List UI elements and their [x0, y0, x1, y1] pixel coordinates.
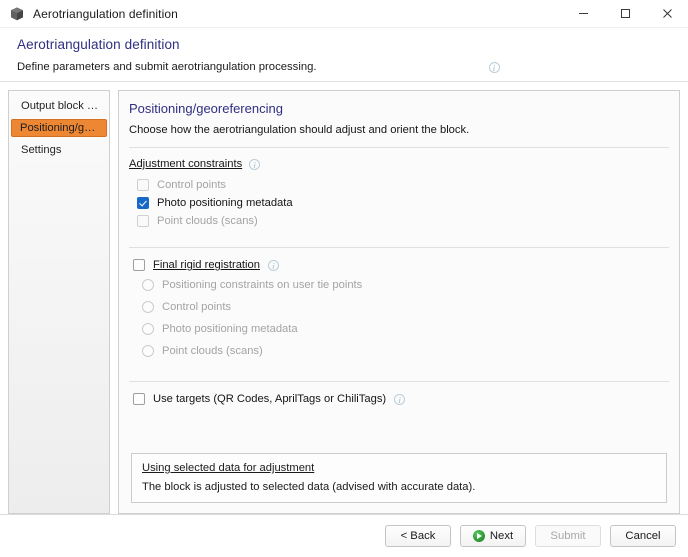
- radio-row-point-clouds-scans[interactable]: Point clouds (scans): [129, 342, 669, 360]
- info-icon[interactable]: i: [267, 259, 279, 271]
- close-icon[interactable]: [646, 0, 688, 27]
- divider: [129, 381, 669, 382]
- radio-label-positioning-constraints-user-tie-points: Positioning constraints on user tie poin…: [162, 279, 363, 291]
- back-button[interactable]: < Back: [385, 525, 451, 547]
- checkbox-label-control-points: Control points: [157, 179, 227, 191]
- window-controls: [562, 0, 688, 27]
- window-title: Aerotriangulation definition: [33, 6, 178, 21]
- header-subtitle-row: Define parameters and submit aerotriangu…: [17, 61, 688, 73]
- checkbox-photo-positioning-metadata[interactable]: [137, 197, 149, 209]
- next-button[interactable]: Next: [460, 525, 526, 547]
- radio-row-positioning-constraints-user-tie-points[interactable]: Positioning constraints on user tie poin…: [129, 276, 669, 294]
- adjustment-constraints-header: Adjustment constraints i: [129, 158, 669, 170]
- radio-row-control-points[interactable]: Control points: [129, 298, 669, 316]
- settings-panel: Positioning/georeferencing Choose how th…: [118, 90, 680, 514]
- divider: [129, 147, 669, 148]
- panel-title: Positioning/georeferencing: [129, 101, 283, 116]
- radio-photo-positioning-metadata[interactable]: [142, 323, 154, 335]
- radio-control-points[interactable]: [142, 301, 154, 313]
- checkbox-label-photo-positioning-metadata: Photo positioning metadata: [157, 197, 293, 209]
- radio-label-control-points: Control points: [162, 301, 232, 313]
- cube-icon: [9, 6, 25, 22]
- radio-positioning-constraints-user-tie-points[interactable]: [142, 279, 154, 291]
- info-icon[interactable]: i: [394, 393, 406, 405]
- next-button-label: Next: [489, 530, 514, 542]
- adjustment-info-box: Using selected data for adjustment The b…: [131, 453, 667, 503]
- dialog-body: Output block name Positioning/georefere.…: [0, 82, 688, 514]
- checkbox-final-rigid-registration[interactable]: [133, 259, 145, 271]
- submit-button-label: Submit: [550, 530, 586, 542]
- divider: [129, 247, 669, 248]
- checkbox-row-control-points[interactable]: Control points: [129, 176, 669, 194]
- info-box-title: Using selected data for adjustment: [142, 462, 315, 474]
- green-arrow-right-icon: [472, 530, 485, 542]
- aerotriangulation-definition-window: Aerotriangulation definition Aerotriangu…: [0, 0, 688, 557]
- cancel-button-label: Cancel: [625, 530, 661, 542]
- cancel-button[interactable]: Cancel: [610, 525, 676, 547]
- final-rigid-registration-header[interactable]: Final rigid registration i: [129, 259, 669, 271]
- radio-label-point-clouds-scans: Point clouds (scans): [162, 345, 263, 357]
- checkbox-point-clouds-scans[interactable]: [137, 215, 149, 227]
- sidebar-item-output-block-name[interactable]: Output block name: [12, 97, 106, 115]
- minimize-icon[interactable]: [562, 0, 604, 27]
- panel-spacer: [129, 405, 669, 453]
- checkbox-control-points[interactable]: [137, 179, 149, 191]
- checkbox-row-photo-positioning-metadata[interactable]: Photo positioning metadata: [129, 194, 669, 212]
- checkbox-use-targets[interactable]: [133, 393, 145, 405]
- back-button-label: < Back: [400, 530, 436, 542]
- page-subtitle: Define parameters and submit aerotriangu…: [17, 61, 317, 73]
- final-rigid-registration-options: Positioning constraints on user tie poin…: [129, 276, 669, 360]
- page-title: Aerotriangulation definition: [17, 37, 180, 52]
- info-icon[interactable]: i: [249, 158, 261, 170]
- wizard-sidebar: Output block name Positioning/georefere.…: [8, 90, 110, 514]
- use-targets-row[interactable]: Use targets (QR Codes, AprilTags or Chil…: [129, 393, 669, 405]
- adjustment-constraints-label: Adjustment constraints: [129, 158, 243, 170]
- title-bar: Aerotriangulation definition: [0, 0, 688, 28]
- radio-label-photo-positioning-metadata: Photo positioning metadata: [162, 323, 298, 335]
- maximize-icon[interactable]: [604, 0, 646, 27]
- use-targets-label: Use targets (QR Codes, AprilTags or Chil…: [153, 393, 387, 405]
- dialog-footer: < Back Next Submit Cancel: [0, 514, 688, 557]
- adjustment-constraints-options: Control points Photo positioning metadat…: [129, 176, 669, 230]
- info-icon[interactable]: i: [488, 61, 500, 73]
- radio-row-photo-positioning-metadata[interactable]: Photo positioning metadata: [129, 320, 669, 338]
- dialog-header: Aerotriangulation definition Define para…: [0, 28, 688, 82]
- submit-button[interactable]: Submit: [535, 525, 601, 547]
- radio-point-clouds-scans[interactable]: [142, 345, 154, 357]
- sidebar-item-settings[interactable]: Settings: [12, 141, 106, 159]
- checkbox-label-point-clouds-scans: Point clouds (scans): [157, 215, 258, 227]
- panel-subtitle: Choose how the aerotriangulation should …: [129, 124, 470, 136]
- sidebar-item-positioning-georeferencing[interactable]: Positioning/georefere...: [11, 119, 107, 137]
- info-box-text: The block is adjusted to selected data (…: [142, 481, 476, 493]
- final-rigid-registration-label: Final rigid registration: [153, 259, 260, 271]
- checkbox-row-point-clouds-scans[interactable]: Point clouds (scans): [129, 212, 669, 230]
